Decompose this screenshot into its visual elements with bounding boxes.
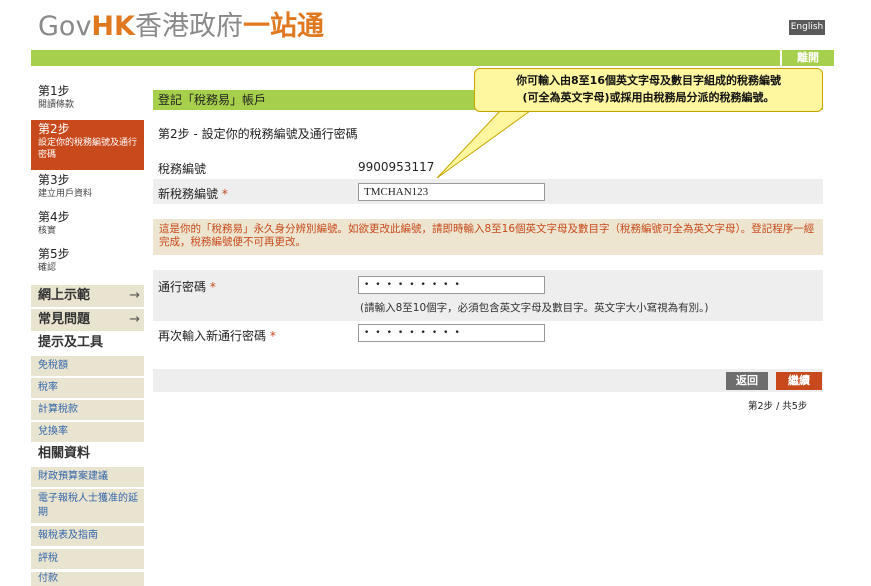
callout-tooltip: 你可輸入由8至16個英文字母及數目字組成的稅務編號 (可全為英文字母)或採用由稅… — [474, 68, 823, 112]
step-title: 第1步 — [38, 84, 70, 98]
step-title: 第3步 — [38, 173, 70, 187]
sidebar-link-budget[interactable]: 財政預算案建議 — [31, 467, 144, 487]
step-subtitle: 設定你的稅務編號及通行密碼 — [38, 138, 138, 160]
tax-file-value: 9900953117 — [358, 160, 435, 174]
sidebar-link-assessment[interactable]: 評稅 — [31, 549, 144, 569]
callout-line-2: (可全為英文字母)或採用由稅務局分派的稅務編號。 — [522, 91, 775, 104]
new-tax-file-label: 新稅務編號 * — [158, 185, 228, 202]
sidebar-link-tax-rates[interactable]: 稅率 — [31, 378, 144, 398]
label-text: 新稅務編號 — [158, 187, 219, 201]
step-subtitle: 確認 — [38, 263, 57, 273]
password-label: 通行密碼 * — [158, 278, 216, 295]
menu-label: 網上示範 — [38, 288, 91, 303]
sidebar-step-3: 第3步 建立用戶資料 — [31, 173, 144, 207]
sidebar-link-exchange-rates[interactable]: 兌換率 — [31, 422, 144, 442]
password-hint: (請輸入8至10個字，必須包含英文字母及數目字。英文字大小寫視為有別。) — [360, 302, 709, 314]
logo-zh2-text: 一站通 — [242, 11, 324, 42]
sidebar-menu-faq[interactable]: 常見問題 → — [31, 309, 144, 331]
step-progress: 第2步 / 共5步 — [748, 401, 808, 412]
sidebar-heading-related: 相關資料 — [31, 443, 144, 465]
required-mark: * — [269, 329, 276, 343]
logout-button[interactable]: 離開 — [780, 50, 834, 66]
new-tax-file-input[interactable]: TMCHAN123 — [358, 183, 545, 201]
govhk-logo[interactable]: GovHK香港政府一站通 — [38, 12, 324, 42]
button-bar — [153, 369, 823, 392]
step-title: 第2步 — [38, 122, 70, 136]
logo-gov-text: Gov — [38, 11, 92, 42]
tax-file-label: 稅務編號 — [158, 162, 207, 176]
sidebar-link-extension[interactable]: 電子報稅人士獲准的延期 — [31, 489, 144, 523]
sidebar-heading-tools: 提示及工具 — [31, 332, 144, 354]
english-language-button[interactable]: English — [789, 20, 825, 35]
sidebar-step-5: 第5步 確認 — [31, 247, 144, 281]
step-title: 第5步 — [38, 247, 70, 261]
arrow-right-icon: → — [129, 288, 140, 303]
sidebar-link-returns-guides[interactable]: 報稅表及指南 — [31, 526, 144, 546]
top-green-bar — [31, 50, 832, 66]
sidebar-step-4: 第4步 核實 — [31, 210, 144, 244]
logo-zh-text: 香港政府 — [134, 11, 243, 42]
callout-line-1: 你可輸入由8至16個英文字母及數目字組成的稅務編號 — [516, 74, 781, 87]
step-subtitle: 核實 — [38, 226, 57, 236]
sidebar-step-1: 第1步 閱讀條款 — [31, 84, 144, 118]
password-input[interactable]: ••••••••• — [358, 276, 545, 294]
required-mark: * — [221, 187, 228, 201]
sidebar-link-allowances[interactable]: 免稅額 — [31, 356, 144, 376]
label-text: 再次輸入新通行密碼 — [158, 329, 267, 343]
sidebar-menu-online-demo[interactable]: 網上示範 → — [31, 285, 144, 307]
back-button[interactable]: 返回 — [726, 372, 768, 390]
step-subtitle: 建立用戶資料 — [38, 189, 93, 199]
sidebar-step-2-active: 第2步 設定你的稅務編號及通行密碼 — [31, 120, 144, 170]
arrow-right-icon: → — [129, 312, 140, 327]
step-title: 第4步 — [38, 210, 70, 224]
menu-label: 常見問題 — [38, 312, 91, 327]
step-subtitle: 閱讀條款 — [38, 100, 75, 110]
logo-hk-text: HK — [91, 11, 135, 42]
confirm-password-label: 再次輸入新通行密碼 * — [158, 327, 276, 344]
required-mark: * — [209, 280, 216, 294]
confirm-password-input[interactable]: ••••••••• — [358, 324, 545, 342]
sidebar-link-tax-calculator[interactable]: 計算稅款 — [31, 400, 144, 420]
tax-file-notice: 這是你的「稅務易」永久身分辨別編號。如欲更改此編號，請即時輸入8至16個英文字母… — [153, 219, 823, 255]
step-title: 第2步 - 設定你的稅務編號及通行密碼 — [158, 127, 358, 141]
continue-button[interactable]: 繼續 — [776, 372, 822, 390]
label-text: 通行密碼 — [158, 280, 207, 294]
